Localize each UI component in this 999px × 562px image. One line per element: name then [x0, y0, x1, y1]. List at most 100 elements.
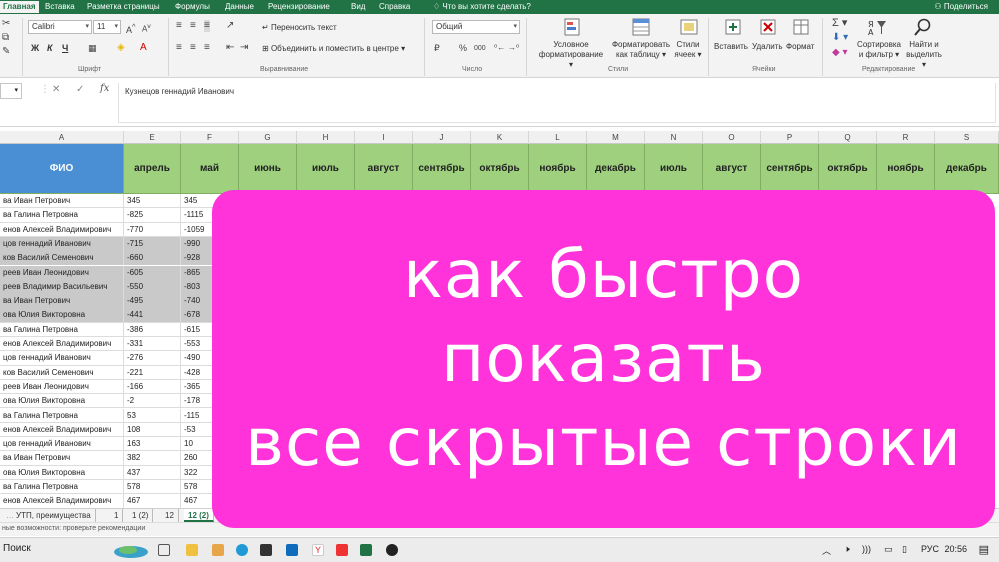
header-cell[interactable]: декабрь [587, 144, 645, 194]
copy-icon[interactable]: ⧉ [2, 32, 9, 44]
name-cell[interactable]: реев Иван Леонидович [0, 265, 124, 280]
table-row[interactable]: реев Иван Леонидович -166 -365 [0, 379, 240, 395]
value-cell[interactable]: -660 [124, 251, 181, 266]
header-cell[interactable]: июль [297, 144, 355, 194]
value-cell[interactable]: -715 [124, 236, 181, 251]
table-row[interactable]: цов геннадий Иванович -715 -990 [0, 236, 240, 252]
increase-decimal-icon[interactable]: ⁰← [494, 42, 505, 54]
formula-input[interactable]: Кузнецов геннадий Иванович [118, 83, 996, 123]
conditional-format-button[interactable]: Условное форматирование ▾ [536, 40, 606, 70]
obs-icon[interactable] [386, 544, 398, 556]
name-cell[interactable]: ков Василий Семенович [0, 251, 124, 266]
format-table-button[interactable]: Форматировать как таблицу ▾ [608, 40, 674, 60]
header-cell[interactable]: июль [645, 144, 703, 194]
table-row[interactable]: цов геннадий Иванович 163 10 [0, 437, 240, 452]
value-cell[interactable]: -495 [124, 294, 181, 309]
header-cell[interactable]: август [703, 144, 761, 194]
table-row[interactable]: ва Галина Петровна 53 -115 [0, 408, 240, 423]
name-cell[interactable]: реев Владимир Васильевич [0, 279, 124, 294]
column-header[interactable]: G [239, 131, 297, 144]
table-row[interactable]: ова Юлия Викторовна -441 -678 [0, 308, 240, 323]
header-cell[interactable]: апрель [124, 144, 181, 194]
cancel-icon[interactable]: ✕ [52, 84, 60, 95]
align-left-icon[interactable]: ≡ [176, 42, 182, 54]
align-right-icon[interactable]: ≡ [204, 42, 210, 54]
column-header[interactable]: R [877, 131, 935, 144]
name-cell[interactable]: енов Алексей Владимирович [0, 337, 124, 351]
taskbar-search[interactable]: Поиск [3, 543, 31, 554]
table-row[interactable]: реев Иван Леонидович -605 -865 [0, 265, 240, 280]
name-cell[interactable]: ва Галина Петровна [0, 208, 124, 223]
value-cell[interactable]: -550 [124, 279, 181, 294]
tab-home[interactable]: Главная [0, 1, 39, 13]
fill-down-icon[interactable]: ⬇ ▾ [832, 32, 848, 44]
align-center-icon[interactable]: ≡ [190, 42, 196, 54]
bold-button[interactable]: Ж [31, 43, 39, 53]
outdent-icon[interactable]: ⇥ [240, 42, 248, 54]
indent-icon[interactable]: ⇤ [226, 42, 234, 54]
value-cell[interactable]: -221 [124, 365, 181, 380]
table-row[interactable]: ва Галина Петровна 578 578 [0, 480, 240, 495]
battery-icon[interactable]: ▯ [902, 544, 907, 555]
value-cell[interactable]: 382 [124, 451, 181, 466]
value-cell[interactable]: 108 [124, 422, 181, 437]
column-header[interactable]: N [645, 131, 703, 144]
excel-icon[interactable] [360, 544, 372, 556]
value-cell[interactable]: -386 [124, 322, 181, 337]
value-cell[interactable]: 437 [124, 465, 181, 480]
wrap-text-button[interactable]: ↵ Переносить текст [262, 23, 337, 32]
value-cell[interactable]: -441 [124, 308, 181, 323]
align-top-icon[interactable]: ≡ [176, 20, 182, 32]
font-name-select[interactable]: Calibri ▾ [28, 20, 92, 34]
insert-function-button[interactable]: fx [100, 83, 109, 94]
tab-insert[interactable]: Вставка [42, 1, 78, 13]
italic-button[interactable]: К [47, 43, 53, 53]
sheet-tab-active[interactable]: 12 (2) [184, 509, 214, 522]
header-cell[interactable]: август [355, 144, 413, 194]
store-icon[interactable] [260, 544, 272, 556]
orientation-icon[interactable]: ↗ [226, 20, 234, 32]
name-cell[interactable]: енов Алексей Владимирович [0, 494, 124, 508]
clear-icon[interactable]: ◆ ▾ [832, 47, 848, 59]
column-header[interactable]: O [703, 131, 761, 144]
enter-icon[interactable]: ✓ [76, 84, 84, 95]
align-bottom-icon[interactable]: ≡ [204, 20, 210, 32]
sheet-tab[interactable]: 1 [110, 509, 124, 522]
column-header[interactable]: E [124, 131, 181, 144]
underline-button[interactable]: Ч [62, 43, 68, 53]
table-row[interactable]: ва Галина Петровна -825 -1115 [0, 208, 240, 223]
insert-button[interactable]: Вставить [714, 42, 748, 51]
value-cell[interactable]: -2 [124, 394, 181, 409]
name-cell[interactable]: ова Юлия Викторовна [0, 465, 124, 480]
name-cell[interactable]: ва Иван Петрович [0, 194, 124, 208]
header-cell[interactable]: сентябрь [761, 144, 819, 194]
column-header[interactable]: S [935, 131, 999, 144]
value-cell[interactable]: 163 [124, 437, 181, 452]
table-row[interactable]: енов Алексей Владимирович -331 -553 [0, 337, 240, 352]
shrink-font-icon[interactable]: Av [142, 21, 151, 36]
folder-icon[interactable] [212, 544, 224, 556]
weather-widget-icon[interactable] [112, 541, 150, 559]
edge-browser-icon[interactable] [236, 544, 248, 556]
column-header[interactable]: L [529, 131, 587, 144]
column-header[interactable]: P [761, 131, 819, 144]
grow-font-icon[interactable]: A^ [126, 21, 136, 36]
sort-filter-button[interactable]: Сортировка и фильтр ▾ [854, 40, 904, 60]
tab-formulas[interactable]: Формулы [172, 1, 213, 13]
thousands-button[interactable]: 000 [474, 43, 486, 55]
table-row[interactable]: енов Алексей Владимирович -770 -1059 [0, 222, 240, 237]
header-cell[interactable]: ноябрь [877, 144, 935, 194]
name-cell[interactable]: цов геннадий Иванович [0, 351, 124, 366]
name-box[interactable]: ▾ [0, 83, 22, 99]
column-header[interactable]: A [0, 131, 124, 144]
merge-center-button[interactable]: ⊞ Объединить и поместить в центре ▾ [262, 44, 405, 53]
name-cell[interactable]: ва Галина Петровна [0, 322, 124, 337]
column-header[interactable]: H [297, 131, 355, 144]
name-cell[interactable]: енов Алексей Владимирович [0, 422, 124, 437]
font-size-select[interactable]: 11 ▾ [93, 20, 121, 34]
tell-me-search[interactable]: ♢ Что вы хотите сделать? [430, 1, 534, 13]
table-row[interactable]: реев Владимир Васильевич -550 -803 [0, 279, 240, 295]
value-cell[interactable]: 578 [124, 480, 181, 494]
table-row[interactable]: ва Галина Петровна -386 -615 [0, 322, 240, 337]
sheet-tab[interactable]: 1 (2) [128, 509, 154, 522]
